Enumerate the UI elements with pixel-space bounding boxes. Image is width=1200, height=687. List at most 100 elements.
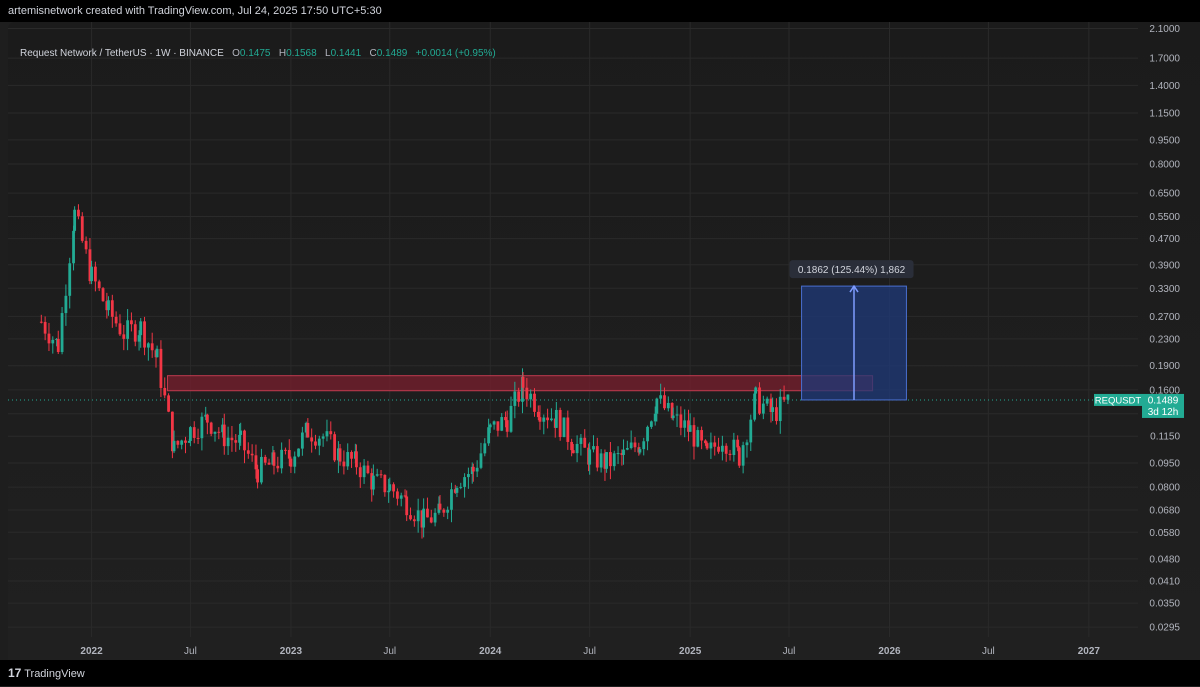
candle-body [546,417,550,421]
candle-body [758,387,761,414]
resistance-zone [166,375,874,392]
price-tag-symbol: REQUSDT [1095,395,1142,406]
candle-body [155,348,159,358]
y-tick-label: 0.0350 [1149,599,1180,610]
candle-body [649,421,653,427]
candle-body [350,452,353,459]
close-key: C [369,48,377,59]
low-value: 0.1441 [330,48,362,59]
candle-body [284,449,287,451]
candle-body [355,451,358,468]
candle-body [72,230,75,264]
candle-body [77,209,80,217]
candle-body [550,418,553,421]
candle-body [426,508,429,518]
x-tick-label: 2022 [80,646,103,657]
candle-body [570,441,574,451]
y-tick-label: 0.3300 [1149,284,1180,295]
candle-body [655,398,659,414]
candle-body [467,474,470,478]
candle-body [289,458,293,467]
candle-body [517,391,521,402]
candle-body [745,442,749,446]
candle-body [358,467,362,478]
x-tick-label: Jul [184,646,197,657]
candle-body [375,474,379,476]
candle-body [39,321,43,323]
chart-attribution: artemisnetwork created with TradingView.… [0,0,1200,22]
tradingview-logo-icon: 17 [8,666,22,680]
candle-body [90,266,93,282]
candle-body [383,474,387,493]
candle-body [446,509,450,513]
candle-body [599,453,603,468]
x-tick-label: Jul [982,646,995,657]
candle-body [342,461,346,467]
grid-lines [8,22,1138,637]
candle-body [200,416,204,439]
x-tick-label: Jul [583,646,596,657]
candle-body [362,465,366,478]
candle-body [184,440,187,443]
candle-body [180,440,184,445]
candle-body [150,343,154,351]
candle-body [638,449,642,453]
candle-body [646,426,649,442]
candle-body [429,517,433,523]
candle-body [713,442,717,447]
candle-body [101,288,105,302]
candle-body [409,515,412,520]
y-tick-label: 0.0580 [1149,528,1180,539]
open-value: 0.1475 [239,48,271,59]
price-tag: REQUSDT 0.14893d 12h [1094,393,1184,418]
candle-body [455,487,459,493]
candle-body [189,427,192,441]
candle-body [379,474,383,476]
y-tick-label: 0.0680 [1149,505,1180,516]
candle-body [399,495,403,499]
y-tick-label: 0.6500 [1149,189,1180,200]
candle-body [267,462,271,465]
candle-body [388,484,392,491]
price-chart[interactable]: 0.1862 (125.44%) 1,862 2.1000 1.7000 1.400… [8,22,1200,660]
candle-body [728,453,732,456]
price-tag-countdown: 3d 12h [1148,407,1179,418]
y-tick-label: 0.1900 [1149,361,1180,372]
candle-body [405,496,409,516]
candle-body [392,484,395,492]
x-tick-label: 2025 [679,646,702,657]
candle-body [778,396,782,422]
symbol-legend: Request Network / TetherUS · 1W · BINANC… [20,48,496,59]
candle-body [403,495,407,497]
candle-body [771,407,775,413]
candle-body [633,442,637,448]
candle-body [700,430,704,441]
candle-body [642,441,646,450]
candle-body [688,425,692,432]
time-axis: 2022 Jul 2023 Jul 2024 Jul 2025 Jul 2026 Jul 2027 [80,646,1100,657]
candle-body [205,414,209,423]
candle-body [616,453,620,455]
candle-body [612,453,616,467]
candle-body [732,439,736,456]
candle-body [663,395,666,409]
candle-body [775,407,778,422]
candle-body [765,398,769,404]
candle-body [371,475,375,490]
chart-frame[interactable]: 0.1862 (125.44%) 1,862 2.1000 1.7000 1.400… [8,22,1200,660]
price-tag-value: 0.1489 [1148,395,1179,406]
candle-body [230,437,234,441]
y-tick-label: 1.1500 [1149,109,1180,120]
tradingview-logo[interactable]: 17 TradingView [8,660,85,687]
price-axis: 2.1000 1.7000 1.4000 1.1500 0.9500 0.8000 0.65… [1149,24,1180,634]
candle-body [605,452,608,469]
candle-body [118,323,122,335]
candle-body [43,321,47,334]
candle-body [84,240,88,250]
candle-body [122,334,126,339]
candle-body [114,316,118,324]
change-value: +0.0014 (+0.95%) [415,48,496,59]
candle-body [720,445,724,452]
candle-body [329,431,333,435]
candle-body [475,467,479,472]
